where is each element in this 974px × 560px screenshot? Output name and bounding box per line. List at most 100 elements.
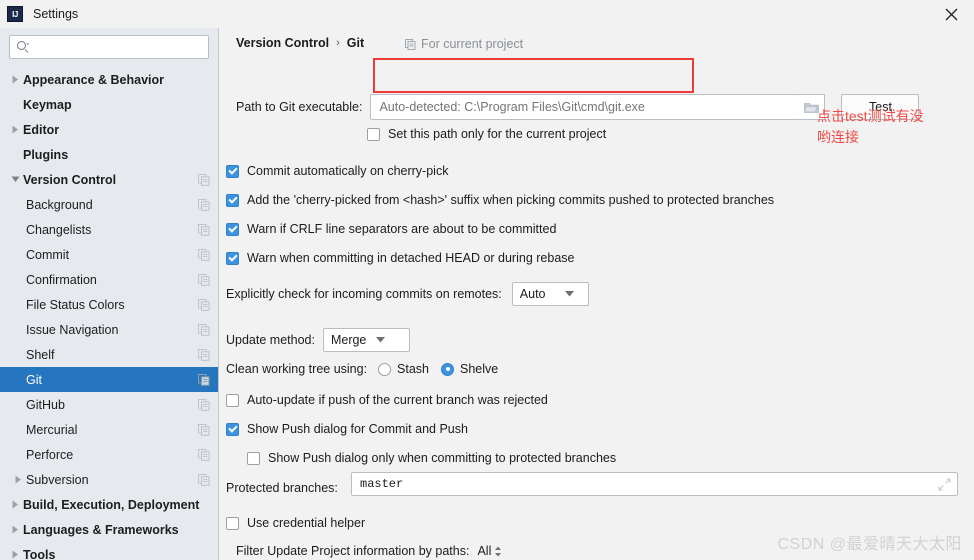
git-executable-field[interactable] bbox=[370, 94, 801, 120]
auto-update-row[interactable]: Auto-update if push of the current branc… bbox=[226, 393, 548, 407]
search-input[interactable] bbox=[30, 37, 200, 57]
search-box[interactable] bbox=[9, 35, 209, 59]
sidebar-item-perforce[interactable]: Perforce bbox=[0, 442, 218, 467]
sidebar-item-appearance-behavior[interactable]: Appearance & Behavior bbox=[0, 67, 218, 92]
show-push-dialog-row[interactable]: Show Push dialog for Commit and Push bbox=[226, 422, 468, 436]
show-push-protected-checkbox[interactable] bbox=[247, 451, 260, 465]
protected-branches-field[interactable] bbox=[351, 472, 958, 496]
warn-crlf-row[interactable]: Warn if CRLF line separators are about t… bbox=[226, 222, 556, 236]
chevron-right-icon[interactable] bbox=[8, 117, 23, 142]
sidebar-item-file-status-colors[interactable]: File Status Colors bbox=[0, 292, 218, 317]
chevron-right-icon[interactable] bbox=[8, 517, 23, 542]
chevron-down-icon bbox=[371, 337, 391, 343]
protected-branches-label: Protected branches: bbox=[226, 481, 338, 495]
auto-update-checkbox[interactable] bbox=[226, 393, 239, 407]
stash-radio-icon[interactable] bbox=[378, 362, 392, 376]
protected-branches-input[interactable] bbox=[358, 476, 938, 492]
filter-update-value[interactable]: All bbox=[477, 544, 491, 558]
radio-stash[interactable]: Stash bbox=[378, 362, 429, 376]
cherry-picked-suffix-row[interactable]: Add the 'cherry-picked from <hash>' suff… bbox=[226, 193, 774, 207]
sidebar-item-shelf[interactable]: Shelf bbox=[0, 342, 218, 367]
annotation-note-line1: 点击test测试有没 bbox=[817, 108, 924, 124]
warn-detached-head-row[interactable]: Warn when committing in detached HEAD or… bbox=[226, 251, 574, 265]
sidebar-item-subversion[interactable]: Subversion bbox=[0, 467, 218, 492]
incoming-commits-dropdown[interactable]: Auto bbox=[511, 282, 589, 306]
sidebar-item-build-execution-deployment[interactable]: Build, Execution, Deployment bbox=[0, 492, 218, 517]
sidebar-item-editor[interactable]: Editor bbox=[0, 117, 218, 142]
copy-settings-icon[interactable] bbox=[198, 323, 210, 336]
chevron-right-icon[interactable] bbox=[8, 542, 23, 560]
copy-settings-icon[interactable] bbox=[198, 198, 210, 211]
breadcrumb-separator-icon: › bbox=[336, 37, 340, 49]
commit-cherry-pick-label: Commit automatically on cherry-pick bbox=[247, 164, 449, 178]
sidebar-item-github[interactable]: GitHub bbox=[0, 392, 218, 417]
sidebar-item-label: File Status Colors bbox=[26, 297, 125, 312]
commit-cherry-pick-checkbox[interactable] bbox=[226, 164, 239, 178]
update-method-dropdown[interactable]: Merge bbox=[322, 328, 410, 352]
chevron-right-icon[interactable] bbox=[8, 492, 23, 517]
title-bar: IJ Settings bbox=[0, 0, 974, 28]
sidebar-item-label: Shelf bbox=[26, 347, 55, 362]
sidebar-item-git[interactable]: Git bbox=[0, 367, 218, 392]
sidebar-item-keymap[interactable]: Keymap bbox=[0, 92, 218, 117]
copy-settings-icon[interactable] bbox=[198, 348, 210, 361]
chevron-down-icon[interactable] bbox=[8, 167, 23, 192]
sidebar-item-label: Issue Navigation bbox=[26, 322, 119, 337]
copy-settings-icon[interactable] bbox=[198, 423, 210, 436]
git-executable-input[interactable] bbox=[377, 99, 794, 115]
incoming-commits-value: Auto bbox=[519, 287, 546, 301]
expand-icon[interactable] bbox=[938, 477, 951, 491]
use-credential-helper-label: Use credential helper bbox=[247, 516, 366, 530]
sidebar-item-plugins[interactable]: Plugins bbox=[0, 142, 218, 167]
sidebar-item-commit[interactable]: Commit bbox=[0, 242, 218, 267]
copy-settings-icon[interactable] bbox=[198, 373, 210, 386]
close-icon[interactable] bbox=[928, 0, 974, 28]
sidebar-item-label: Languages & Frameworks bbox=[23, 522, 179, 537]
breadcrumb-parent[interactable]: Version Control bbox=[236, 36, 329, 50]
copy-settings-icon[interactable] bbox=[198, 298, 210, 311]
sidebar-item-languages-frameworks[interactable]: Languages & Frameworks bbox=[0, 517, 218, 542]
sidebar-item-label: Background bbox=[26, 197, 93, 212]
settings-sidebar: Appearance & Behavior Keymap Editor Plugins… bbox=[0, 28, 219, 560]
sidebar-item-confirmation[interactable]: Confirmation bbox=[0, 267, 218, 292]
stash-label: Stash bbox=[397, 362, 430, 376]
sidebar-item-tools[interactable]: Tools bbox=[0, 542, 218, 560]
warn-detached-head-checkbox[interactable] bbox=[226, 251, 239, 265]
settings-dialog: IJ Settings Appearance & Behavior Keymap… bbox=[0, 0, 974, 560]
breadcrumb-current: Git bbox=[346, 36, 365, 50]
shelve-radio-icon[interactable] bbox=[441, 362, 455, 376]
show-push-protected-row[interactable]: Show Push dialog only when committing to… bbox=[247, 451, 616, 465]
chevron-right-icon[interactable] bbox=[8, 67, 23, 92]
clean-working-tree-row: Clean working tree using: Stash Shelve bbox=[226, 362, 498, 376]
copy-settings-icon[interactable] bbox=[198, 448, 210, 461]
search-icon bbox=[16, 40, 30, 54]
sidebar-item-mercurial[interactable]: Mercurial bbox=[0, 417, 218, 442]
set-path-only-checkbox[interactable] bbox=[367, 127, 380, 141]
incoming-commits-label: Explicitly check for incoming commits on… bbox=[226, 287, 502, 301]
chevron-right-icon[interactable] bbox=[11, 467, 26, 492]
copy-settings-icon[interactable] bbox=[198, 473, 210, 486]
logo-text: IJ bbox=[12, 9, 18, 19]
copy-settings-icon[interactable] bbox=[198, 398, 210, 411]
sidebar-item-background[interactable]: Background bbox=[0, 192, 218, 217]
show-push-protected-label: Show Push dialog only when committing to… bbox=[268, 451, 617, 465]
copy-settings-icon[interactable] bbox=[198, 223, 210, 236]
use-credential-helper-row[interactable]: Use credential helper bbox=[226, 516, 365, 530]
cherry-picked-suffix-checkbox[interactable] bbox=[226, 193, 239, 207]
spinner-arrows-icon[interactable] bbox=[494, 546, 502, 557]
set-path-only-row[interactable]: Set this path only for the current proje… bbox=[367, 127, 606, 141]
show-push-dialog-checkbox[interactable] bbox=[226, 422, 239, 436]
sidebar-item-label: Commit bbox=[26, 247, 70, 262]
copy-settings-icon[interactable] bbox=[198, 273, 210, 286]
use-credential-helper-checkbox[interactable] bbox=[226, 516, 239, 530]
copy-settings-icon[interactable] bbox=[198, 173, 210, 186]
commit-cherry-pick-row[interactable]: Commit automatically on cherry-pick bbox=[226, 164, 448, 178]
warn-crlf-checkbox[interactable] bbox=[226, 222, 239, 236]
sidebar-item-issue-navigation[interactable]: Issue Navigation bbox=[0, 317, 218, 342]
radio-shelve[interactable]: Shelve bbox=[441, 362, 498, 376]
copy-settings-icon[interactable] bbox=[198, 248, 210, 261]
sidebar-item-changelists[interactable]: Changelists bbox=[0, 217, 218, 242]
sidebar-item-version-control[interactable]: Version Control bbox=[0, 167, 218, 192]
